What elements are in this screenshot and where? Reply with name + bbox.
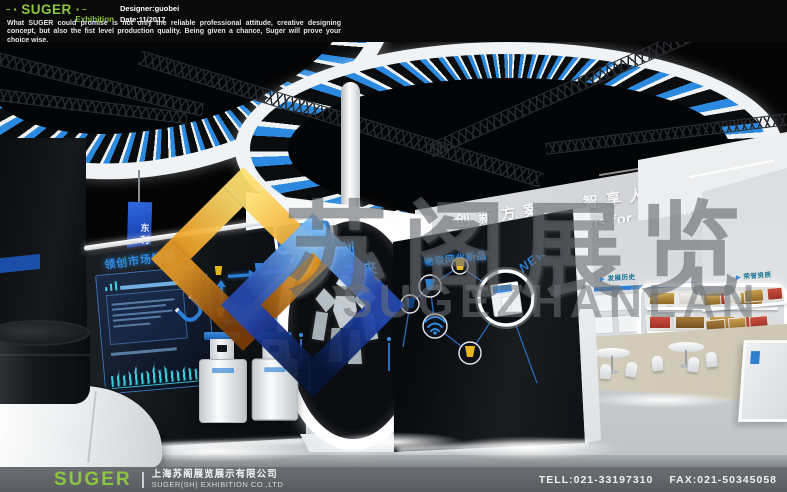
company-name-cn: 上海苏阁展览展示有限公司 [152,470,284,481]
contact-block: TELL:021-33197310 FAX:021-50345058 [539,474,777,486]
equalizer-icon [115,281,118,290]
table-leg [611,356,613,371]
chair [651,355,664,371]
designer-line: Designer:guobei [120,3,179,14]
equalizer-icon [105,287,107,291]
kiosk-slot [217,345,227,352]
company-tagline: What SUGER could promise is not only the… [7,20,341,45]
design-board: – ▪ SUGER ▪ – Exhibition Designer:guobei… [0,0,787,492]
booth-render: 创新方案 · 智享人生 Innovative solutions for sma… [0,42,787,467]
floor-light-pool [588,392,738,408]
door-sign [750,351,760,364]
chair [705,352,717,368]
banner-wire [138,170,140,204]
title-block-header: – ▪ SUGER ▪ – Exhibition Designer:guobei… [0,0,787,42]
foreground-cylinder [0,332,90,404]
footer-divider [142,472,144,488]
company-name-block: 上海苏阁展览展示有限公司 SUGER(SH) EXHIBITION CO.,LT… [152,470,284,490]
logo-decor-right: ▪ – [76,5,87,14]
counter-seam [88,391,98,463]
company-footer: SUGER 上海苏阁展览展示有限公司 SUGER(SH) EXHIBITION … [0,467,787,492]
cylinder-top [0,320,90,346]
logo-text: SUGER [21,2,72,17]
floor-light-pool [440,436,620,460]
award-plaque [766,287,783,301]
chair [687,356,700,372]
fax-number: FAX:021-50345058 [669,474,777,486]
kiosk-label [212,368,234,373]
text-line [112,309,172,316]
kiosk-body [199,359,247,423]
table-leg [685,350,687,365]
text-line [113,316,161,322]
text-line [113,322,150,327]
watermark-en: SUGEZHANLAN [342,278,761,324]
footer-suger-logo: SUGER [54,470,132,489]
equalizer-icon [110,284,113,291]
kiosk-neck [210,339,234,360]
circuit-line [388,343,390,371]
chair [599,364,611,380]
side-door [738,340,787,422]
cylinder-band [0,354,90,356]
circuit-node [387,337,391,341]
question-text-bar [111,347,177,356]
logo-decor-left: – ▪ [6,5,17,14]
tel-number: TELL:021-33197310 [539,474,653,486]
panel-text-box [106,288,188,345]
company-name-en: SUGER(SH) EXHIBITION CO.,LTD [152,481,284,490]
kiosk-label [264,367,285,372]
city-skyline-graphic [110,355,210,387]
